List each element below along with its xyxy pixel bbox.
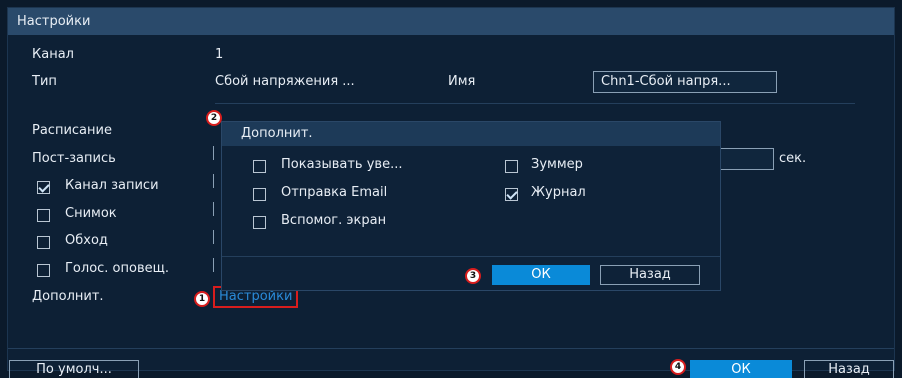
- ok-button[interactable]: ОК: [690, 360, 792, 378]
- more-label: Дополнит.: [32, 289, 104, 304]
- dialog-ok-button[interactable]: ОК: [492, 265, 590, 285]
- postrecord-unit: сек.: [779, 151, 807, 166]
- buzzer-checkbox[interactable]: [505, 160, 518, 173]
- record-channel-label: Канал записи: [65, 178, 159, 193]
- default-button[interactable]: По умолч...: [9, 360, 139, 378]
- snapshot-label: Снимок: [65, 206, 117, 221]
- snapshot-checkbox[interactable]: [37, 209, 50, 222]
- marker-1: 1: [194, 291, 210, 307]
- marker-3: 3: [465, 268, 481, 284]
- voice-alert-checkbox[interactable]: [37, 264, 50, 277]
- more-dialog: Дополнит. Показывать уве... Зуммер Отпра…: [221, 121, 721, 291]
- log-checkbox[interactable]: [505, 188, 518, 201]
- channel-label: Канал: [32, 47, 74, 62]
- tour-checkbox[interactable]: [37, 236, 50, 249]
- dialog-title: Дополнит.: [241, 126, 313, 141]
- settings-window: Настройки Канал 1 Тип Сбой напряжения ..…: [7, 7, 895, 378]
- field-edge: [213, 230, 214, 244]
- field-edge: [213, 146, 214, 160]
- field-edge: [213, 174, 214, 188]
- type-label: Тип: [32, 74, 57, 89]
- marker-4: 4: [670, 359, 686, 375]
- field-edge: [213, 202, 214, 216]
- record-channel-checkbox[interactable]: [37, 181, 50, 194]
- voice-alert-label: Голос. оповещ.: [65, 261, 169, 276]
- field-edge: [213, 258, 214, 272]
- buzzer-label: Зуммер: [531, 157, 583, 172]
- name-field[interactable]: Chn1-Сбой напря...: [593, 71, 777, 93]
- footer-divider: [8, 348, 894, 349]
- dialog-back-button[interactable]: Назад: [600, 265, 700, 285]
- postrecord-input[interactable]: [714, 148, 774, 170]
- window-titlebar: Настройки: [8, 8, 894, 35]
- window-title: Настройки: [17, 14, 91, 29]
- divider: [215, 103, 855, 104]
- marker-2: 2: [206, 110, 222, 126]
- send-email-label: Отправка Email: [281, 185, 388, 200]
- tour-label: Обход: [65, 233, 108, 248]
- dialog-titlebar: Дополнит.: [222, 122, 720, 146]
- send-email-checkbox[interactable]: [253, 188, 266, 201]
- show-message-label: Показывать уве...: [281, 157, 403, 172]
- log-label: Журнал: [531, 185, 586, 200]
- back-button[interactable]: Назад: [804, 360, 894, 378]
- channel-value: 1: [215, 47, 224, 62]
- type-value: Сбой напряжения ...: [215, 74, 355, 89]
- schedule-label: Расписание: [32, 123, 112, 138]
- aux-screen-label: Вспомог. экран: [281, 213, 387, 228]
- show-message-checkbox[interactable]: [253, 160, 266, 173]
- dialog-footer-divider: [222, 256, 720, 257]
- postrecord-label: Пост-запись: [32, 151, 116, 166]
- aux-screen-checkbox[interactable]: [253, 216, 266, 229]
- name-label: Имя: [448, 74, 476, 89]
